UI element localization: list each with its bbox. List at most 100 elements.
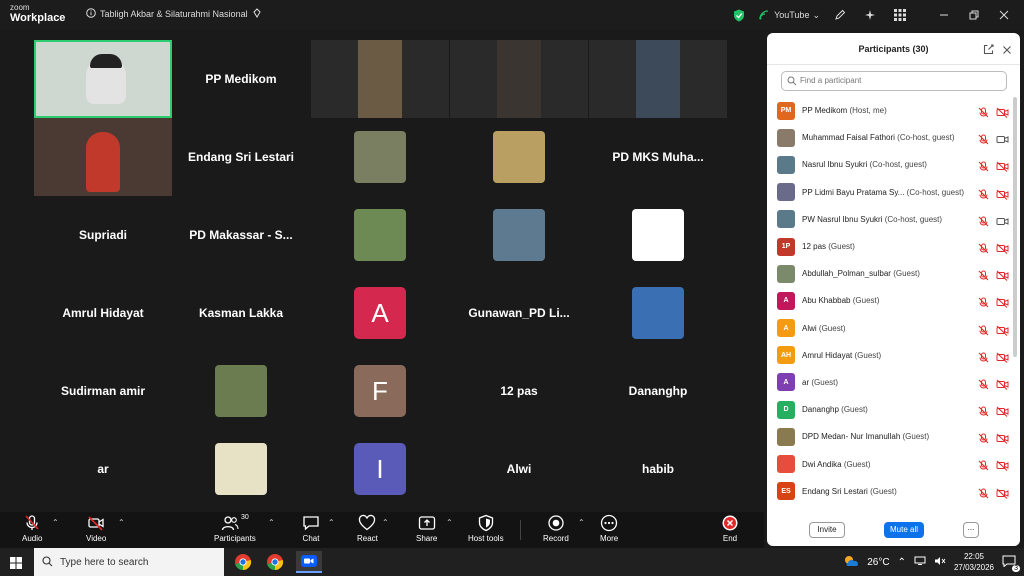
participant-tile[interactable] [450, 118, 588, 196]
participants-options-chevron-icon[interactable]: ⌃ [268, 518, 275, 527]
windows-start-icon[interactable] [10, 556, 22, 574]
weather-icon[interactable] [843, 554, 859, 571]
participant-tile[interactable]: Amrul Hidayat [34, 274, 172, 352]
participant-row[interactable]: A Abu Khabbab (Guest) [777, 287, 1013, 314]
audio-options-chevron-icon[interactable]: ⌃ [52, 518, 59, 527]
participant-tile[interactable] [172, 430, 310, 508]
pop-out-icon[interactable] [983, 42, 994, 60]
more-button[interactable]: More [600, 514, 618, 543]
annotate-icon[interactable] [830, 5, 850, 25]
participant-row[interactable]: ES Endang Sri Lestari (Guest) [777, 478, 1013, 505]
microphone-muted-icon[interactable] [978, 214, 989, 232]
panel-more-button[interactable]: ... [963, 522, 979, 538]
audio-button[interactable]: Audio [22, 514, 42, 543]
taskbar-clock[interactable]: 22:05 27/03/2026 [954, 551, 994, 573]
video-button[interactable]: Video [86, 514, 106, 543]
camera-on-icon[interactable] [996, 214, 1009, 232]
participant-tile[interactable]: ar [34, 430, 172, 508]
participant-row[interactable]: AH Amrul Hidayat (Guest) [777, 342, 1013, 369]
participants-button[interactable]: 30 Participants [214, 514, 256, 543]
participant-tile[interactable]: I [311, 430, 449, 508]
participant-row[interactable]: Nasrul Ibnu Syukri (Co-host, guest) [777, 151, 1013, 178]
participant-tile[interactable]: PP Medikom [172, 40, 310, 118]
meeting-info[interactable]: Tabligh Akbar & Silaturahmi Nasional [86, 8, 262, 20]
camera-off-icon[interactable] [996, 105, 1009, 123]
restore-icon[interactable] [964, 5, 984, 25]
participant-tile[interactable]: 12 pas [450, 352, 588, 430]
microphone-muted-icon[interactable] [978, 187, 989, 205]
participant-search-input[interactable]: Find a participant [781, 71, 1007, 91]
participant-tile[interactable]: Gunawan_PD Li... [450, 274, 588, 352]
participant-tile[interactable]: Alwi [450, 430, 588, 508]
tray-chevron-up-icon[interactable]: ⌃ [898, 557, 906, 568]
participant-row[interactable]: A Alwi (Guest) [777, 315, 1013, 342]
minimize-icon[interactable] [934, 5, 954, 25]
chrome-icon[interactable] [234, 553, 252, 576]
participant-row[interactable]: Muhammad Faisal Fathori (Co-host, guest) [777, 124, 1013, 151]
participant-tile[interactable] [589, 196, 727, 274]
invite-button[interactable]: Invite [809, 522, 845, 538]
share-button[interactable]: Share [416, 514, 437, 543]
participant-row[interactable]: PW Nasrul Ibnu Syukri (Co-host, guest) [777, 206, 1013, 233]
taskbar-search-input[interactable]: Type here to search [34, 548, 224, 576]
chat-button[interactable]: Chat [302, 514, 320, 543]
info-icon[interactable] [86, 8, 96, 20]
microphone-muted-icon[interactable] [978, 404, 989, 422]
share-options-chevron-icon[interactable]: ⌃ [446, 518, 453, 527]
participant-tile[interactable] [589, 40, 727, 118]
network-icon[interactable] [914, 556, 926, 569]
participant-row[interactable]: PM PP Medikom (Host, me) [777, 97, 1013, 124]
camera-off-icon[interactable] [996, 323, 1009, 341]
camera-off-icon[interactable] [996, 350, 1009, 368]
camera-off-icon[interactable] [996, 241, 1009, 259]
camera-off-icon[interactable] [996, 187, 1009, 205]
chrome-profile-icon[interactable] [266, 553, 284, 576]
camera-off-icon[interactable] [996, 377, 1009, 395]
participant-tile[interactable]: PD Makassar - S... [172, 196, 310, 274]
microphone-muted-icon[interactable] [978, 377, 989, 395]
participant-row[interactable]: D Dananghp (Guest) [777, 396, 1013, 423]
microphone-muted-icon[interactable] [978, 241, 989, 259]
microphone-muted-icon[interactable] [978, 458, 989, 476]
participant-tile[interactable]: F [311, 352, 449, 430]
react-button[interactable]: React [357, 514, 378, 543]
camera-on-icon[interactable] [996, 132, 1009, 150]
participant-row[interactable]: PP Lidmi Bayu Pratama Sy... (Co-host, gu… [777, 179, 1013, 206]
zoom-taskbar-icon[interactable] [296, 551, 322, 573]
microphone-muted-icon[interactable] [978, 268, 989, 286]
shield-icon[interactable] [729, 5, 749, 25]
video-options-chevron-icon[interactable]: ⌃ [118, 518, 125, 527]
camera-off-icon[interactable] [996, 431, 1009, 449]
participant-tile[interactable]: Kasman Lakka [172, 274, 310, 352]
participant-row[interactable]: Dwi Andika (Guest) [777, 450, 1013, 477]
participant-tile[interactable] [311, 40, 449, 118]
participant-tile[interactable]: Dananghp [589, 352, 727, 430]
gallery-view-icon[interactable] [890, 5, 910, 25]
chat-options-chevron-icon[interactable]: ⌃ [328, 518, 335, 527]
microphone-muted-icon[interactable] [978, 350, 989, 368]
participant-tile[interactable]: Supriadi [34, 196, 172, 274]
participant-tile[interactable]: Endang Sri Lestari [172, 118, 310, 196]
end-button[interactable]: End [721, 514, 739, 543]
volume-muted-icon[interactable] [934, 556, 946, 569]
participant-row[interactable]: Abdullah_Polman_sulbar (Guest) [777, 260, 1013, 287]
camera-off-icon[interactable] [996, 458, 1009, 476]
microphone-muted-icon[interactable] [978, 159, 989, 177]
mute-all-button[interactable]: Mute all [884, 522, 924, 538]
microphone-muted-icon[interactable] [978, 105, 989, 123]
microphone-muted-icon[interactable] [978, 295, 989, 313]
record-button[interactable]: Record [543, 514, 569, 543]
participant-tile[interactable] [450, 40, 588, 118]
participant-tile[interactable]: habib [589, 430, 727, 508]
participant-tile[interactable] [311, 196, 449, 274]
close-panel-icon[interactable] [1002, 42, 1012, 60]
participants-scrollbar[interactable] [1013, 97, 1017, 357]
close-icon[interactable] [994, 5, 1014, 25]
participant-tile[interactable] [589, 274, 727, 352]
microphone-muted-icon[interactable] [978, 132, 989, 150]
participant-row[interactable]: 1P 12 pas (Guest) [777, 233, 1013, 260]
microphone-muted-icon[interactable] [978, 486, 989, 504]
participant-row[interactable]: DPD Medan- Nur Imanullah (Guest) [777, 423, 1013, 450]
participant-tile[interactable]: PD MKS Muha... [589, 118, 727, 196]
notification-icon[interactable]: 3 [1002, 555, 1020, 572]
